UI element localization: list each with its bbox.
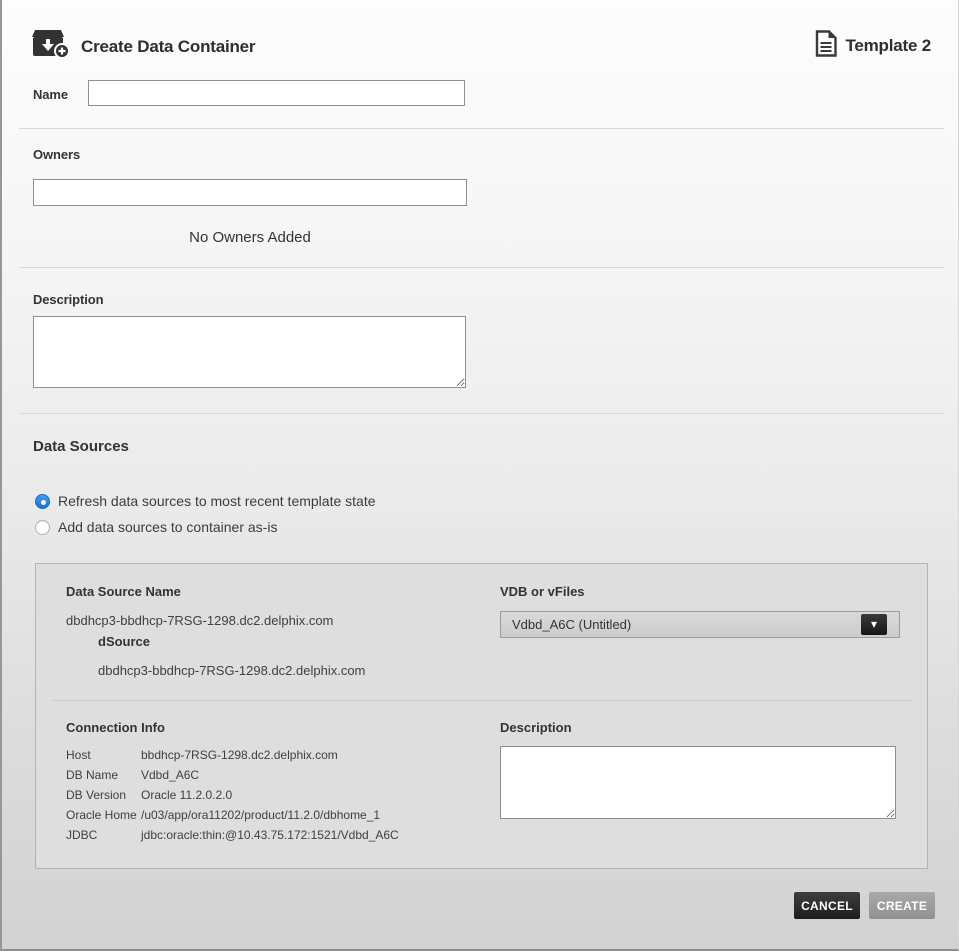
panel-divider [53, 700, 912, 701]
template-document-icon [815, 30, 837, 62]
name-label: Name [33, 87, 68, 102]
template-indicator: Template 2 [815, 30, 931, 62]
dialog-header: Create Data Container [32, 29, 255, 64]
owners-label: Owners [33, 147, 80, 162]
panel-description-label: Description [500, 720, 572, 735]
conn-label: DB Version [66, 789, 141, 809]
chevron-down-icon: ▾ [871, 618, 877, 630]
radio-add-as-is-option[interactable]: Add data sources to container as-is [35, 519, 277, 535]
radio-unselected-icon[interactable] [35, 520, 50, 535]
conn-label: Host [66, 749, 141, 769]
cancel-button[interactable]: CANCEL [794, 892, 860, 919]
conn-value: bbdhcp-7RSG-1298.dc2.delphix.com [141, 749, 399, 769]
table-row: DB Name Vdbd_A6C [66, 769, 399, 789]
create-data-container-dialog: Create Data Container Template 2 Name Ow… [0, 0, 959, 951]
name-input[interactable] [88, 80, 465, 106]
table-row: JDBC jdbc:oracle:thin:@10.43.75.172:1521… [66, 829, 399, 849]
conn-value: jdbc:oracle:thin:@10.43.75.172:1521/Vdbd… [141, 829, 399, 849]
conn-value: /u03/app/ora11202/product/11.2.0/dbhome_… [141, 809, 399, 829]
data-source-name-header: Data Source Name [66, 584, 181, 599]
table-row: Oracle Home /u03/app/ora11202/product/11… [66, 809, 399, 829]
connection-info-table: Host bbdhcp-7RSG-1298.dc2.delphix.com DB… [66, 749, 399, 849]
data-sources-heading: Data Sources [33, 438, 129, 455]
template-name: Template 2 [845, 36, 931, 56]
vdb-selected-value: Vdbd_A6C (Untitled) [501, 617, 899, 632]
conn-label: JDBC [66, 829, 141, 849]
connection-info-header: Connection Info [66, 720, 165, 735]
radio-refresh-option[interactable]: Refresh data sources to most recent temp… [35, 493, 376, 509]
radio-add-label: Add data sources to container as-is [58, 519, 277, 535]
page-title: Create Data Container [81, 37, 255, 57]
vdb-or-vfiles-header: VDB or vFiles [500, 584, 585, 599]
description-textarea[interactable] [33, 316, 466, 388]
no-owners-message: No Owners Added [33, 229, 467, 246]
data-source-panel: Data Source Name dbdhcp3-bbdhcp-7RSG-129… [35, 563, 928, 869]
divider [19, 128, 944, 129]
conn-value: Oracle 11.2.0.2.0 [141, 789, 399, 809]
table-row: Host bbdhcp-7RSG-1298.dc2.delphix.com [66, 749, 399, 769]
dsource-name: dbdhcp3-bbdhcp-7RSG-1298.dc2.delphix.com [98, 663, 365, 678]
description-label: Description [33, 292, 103, 307]
dsource-label: dSource [98, 634, 150, 649]
radio-refresh-label: Refresh data sources to most recent temp… [58, 493, 376, 509]
divider [19, 413, 944, 414]
divider [19, 267, 944, 268]
conn-label: Oracle Home [66, 809, 141, 829]
vdb-select[interactable]: Vdbd_A6C (Untitled) ▾ [500, 611, 900, 638]
dropdown-button[interactable]: ▾ [861, 614, 887, 635]
radio-selected-icon[interactable] [35, 494, 50, 509]
conn-label: DB Name [66, 769, 141, 789]
panel-description-textarea[interactable] [500, 746, 896, 819]
data-container-icon [32, 29, 72, 64]
table-row: DB Version Oracle 11.2.0.2.0 [66, 789, 399, 809]
owners-input[interactable] [33, 179, 467, 206]
data-source-name: dbdhcp3-bbdhcp-7RSG-1298.dc2.delphix.com [66, 613, 333, 628]
create-button[interactable]: CREATE [869, 892, 935, 919]
conn-value: Vdbd_A6C [141, 769, 399, 789]
